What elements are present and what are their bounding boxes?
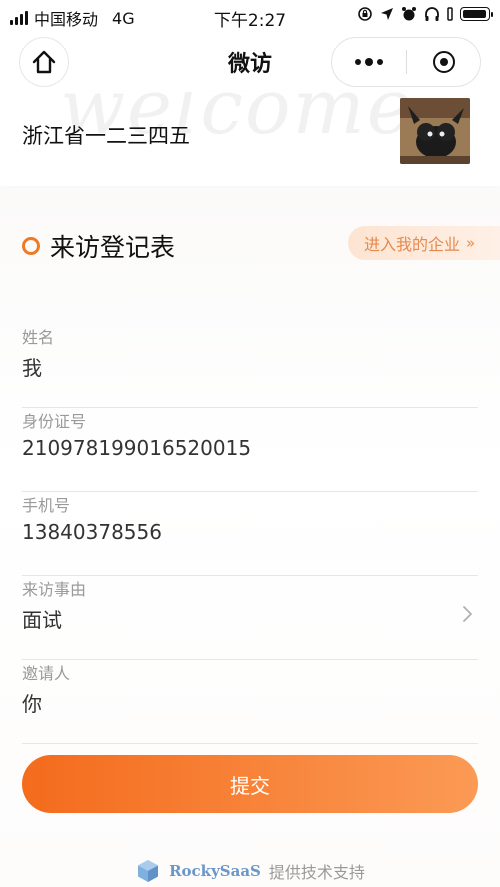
inviter-field[interactable]: 邀请人 你 bbox=[22, 660, 478, 744]
status-right bbox=[357, 6, 493, 22]
more-button[interactable] bbox=[332, 38, 406, 86]
battery-icon bbox=[460, 7, 493, 21]
visit-reason-field[interactable]: 来访事由 面试 bbox=[22, 576, 478, 660]
field-label: 手机号 bbox=[22, 496, 71, 515]
visitor-form: 来访登记表 进入我的企业 » 姓名 我 身份证号 210978199016520… bbox=[0, 188, 500, 887]
chevron-right-icon bbox=[463, 606, 472, 622]
location-icon bbox=[381, 8, 393, 20]
double-chevron-right-icon: » bbox=[466, 234, 476, 252]
company-avatar bbox=[400, 98, 470, 164]
status-bar: 中国移动 4G 下午2:27 bbox=[0, 0, 500, 34]
company-card: welcome 浙江省一二三四五 bbox=[0, 92, 500, 186]
form-title: 来访登记表 bbox=[50, 233, 176, 262]
company-name: 浙江省一二三四五 bbox=[22, 124, 190, 148]
more-dot-icon bbox=[365, 58, 373, 66]
headphones-icon bbox=[425, 7, 439, 21]
title-ring-icon bbox=[22, 237, 40, 255]
id-number-input[interactable]: 210978199016520015 bbox=[22, 436, 251, 460]
screen-lock-icon bbox=[358, 7, 372, 21]
inviter-input[interactable]: 你 bbox=[22, 688, 42, 717]
phone-input[interactable]: 13840378556 bbox=[22, 520, 162, 544]
alarm-icon bbox=[402, 7, 416, 21]
field-label: 身份证号 bbox=[22, 412, 87, 431]
mini-program-capsule bbox=[332, 38, 480, 86]
target-icon bbox=[432, 51, 455, 73]
more-dot-icon bbox=[355, 59, 361, 65]
name-field[interactable]: 姓名 我 bbox=[22, 324, 478, 408]
footer-brand: RockySaaS bbox=[169, 862, 261, 880]
visit-reason-select[interactable]: 面试 bbox=[22, 604, 62, 633]
nav-bar: 微访 bbox=[0, 36, 500, 92]
footer-text: 提供技术支持 bbox=[268, 863, 365, 882]
vibrate-icon bbox=[447, 7, 453, 21]
close-button[interactable] bbox=[407, 38, 480, 86]
avatar-image bbox=[400, 98, 470, 164]
phone-field[interactable]: 手机号 13840378556 bbox=[22, 492, 478, 576]
enter-my-company-button[interactable]: 进入我的企业 » bbox=[348, 226, 500, 260]
footer: RockySaaS 提供技术支持 bbox=[0, 858, 500, 884]
rockysaas-logo-icon bbox=[138, 860, 159, 882]
more-dot-icon bbox=[377, 59, 383, 65]
submit-button[interactable]: 提交 bbox=[22, 755, 478, 813]
field-label: 姓名 bbox=[22, 328, 55, 347]
id-number-field[interactable]: 身份证号 210978199016520015 bbox=[22, 408, 478, 492]
field-label: 邀请人 bbox=[22, 664, 71, 683]
enter-my-company-label: 进入我的企业 bbox=[364, 235, 461, 254]
field-label: 来访事由 bbox=[22, 580, 87, 599]
form-header: 来访登记表 bbox=[22, 228, 175, 264]
name-input[interactable]: 我 bbox=[22, 352, 42, 381]
